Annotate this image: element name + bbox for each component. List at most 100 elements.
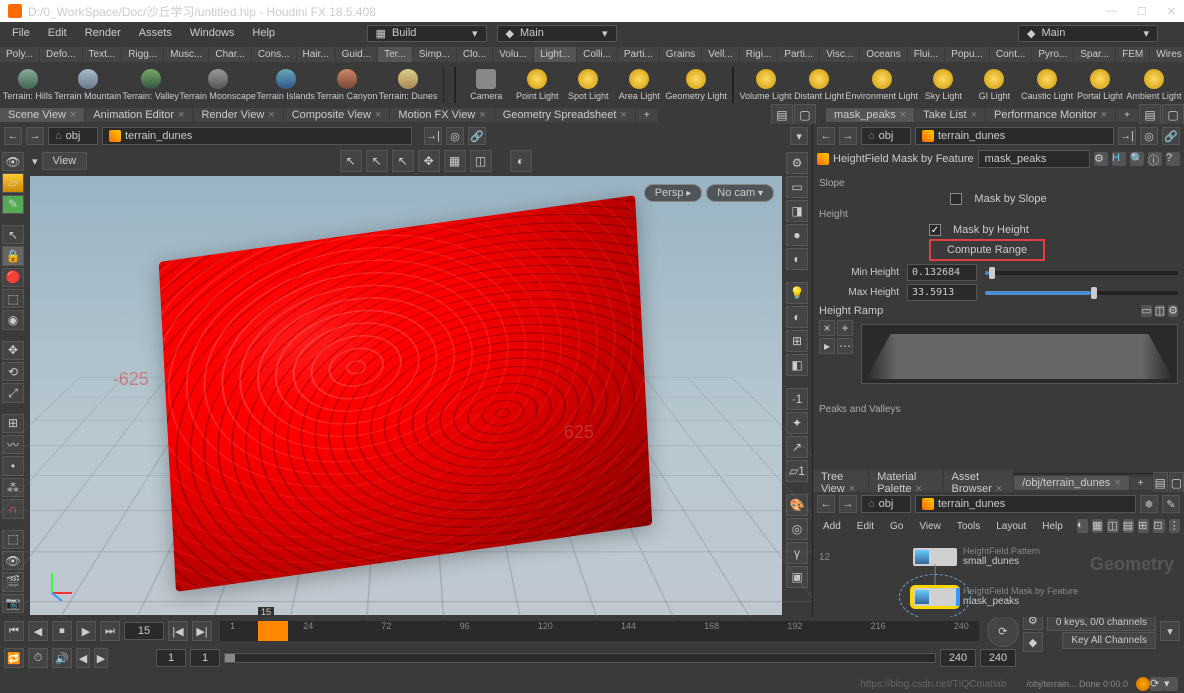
link-icon[interactable]: 🔗 [468,127,486,145]
ch-menu-icon[interactable]: ▾ [1160,621,1180,641]
shelf-tab[interactable]: Vell... [702,47,738,62]
shade-smooth-icon[interactable]: ● [786,224,808,246]
net-edit-icon[interactable]: ✎ [1162,495,1180,513]
max-height-slider[interactable] [985,291,1178,295]
compute-range-button[interactable]: Compute Range [929,239,1045,261]
stop-button[interactable]: ⏹ [52,621,72,641]
shelf-tab[interactable]: Rigi... [740,47,778,62]
status-menu-icon[interactable]: ▾ [1164,677,1178,691]
range-start[interactable]: 1 [156,649,186,667]
desktop-chooser-left[interactable]: ▦ Build ▾ [367,25,487,42]
back-button[interactable]: ← [4,127,22,145]
pane-max-r-icon[interactable]: ▢ [1162,104,1184,126]
net-tab-network[interactable]: /obj/terrain_dunes× [1014,476,1129,490]
mask-by-height-checkbox[interactable] [929,224,941,236]
shelf-tab[interactable]: Oceans [860,47,906,62]
path-node[interactable]: terrain_dunes [102,127,412,145]
secure-sel-icon[interactable]: 🔒 [2,246,24,265]
search-icon[interactable]: 🔍 [1130,152,1144,166]
shelf-tab[interactable]: Colli... [577,47,617,62]
ramp-add-icon[interactable]: + [837,320,853,336]
menu-help[interactable]: Help [244,25,283,41]
shade-wire-icon[interactable]: ▭ [786,176,808,198]
next-key-button[interactable]: ▶| [192,621,212,641]
persp-toggle[interactable]: Persp ▸ [644,184,703,202]
range-next-icon[interactable]: ▶ [94,648,108,668]
shelf-tab[interactable]: Pyro... [1032,47,1073,62]
view-tool-icon[interactable]: 👁 [2,152,24,171]
net-opt4-icon[interactable]: ▤ [1123,519,1134,533]
ramp-more-icon[interactable]: ⋯ [837,338,853,354]
back-button[interactable]: ← [817,495,835,513]
net-menu-go[interactable]: Go [884,519,909,534]
tool-portal-light[interactable]: Portal Light [1075,67,1125,103]
tool-geo-light[interactable]: Geometry Light [665,67,727,103]
move-tool-icon[interactable]: ✥ [2,341,24,360]
range-prev-icon[interactable]: ◀ [76,648,90,668]
max-height-input[interactable]: 33.5913 [907,284,977,301]
pane-tab-composite[interactable]: Composite View× [284,108,390,122]
shelf-tab[interactable]: Cons... [252,47,296,62]
shelf-tab[interactable]: Simp... [413,47,456,62]
status-cook-icon[interactable] [1136,677,1150,691]
close-button[interactable]: ✕ [1167,5,1176,18]
net-max-icon[interactable]: ▢ [1169,472,1184,494]
loop-icon[interactable]: 🔁 [4,648,24,668]
light-icon[interactable]: 💡 [786,282,808,304]
status-update-icon[interactable]: ⟳ [1150,677,1164,691]
shelf-tab[interactable]: Spar... [1074,47,1115,62]
net-freeze-icon[interactable]: ❄ [1140,495,1158,513]
tool-terrain-canyon[interactable]: Terrain Canyon [316,67,377,103]
fwd-button[interactable]: → [839,495,857,513]
mask-by-slope-checkbox[interactable] [950,193,962,205]
operator-name[interactable]: mask_peaks [978,150,1090,168]
area-sel-icon[interactable]: ⬚ [2,289,24,308]
last-frame-button[interactable]: ⏭ [100,621,120,641]
help-icon[interactable]: ? [1166,152,1180,166]
pane-max-icon[interactable]: ▢ [794,104,816,126]
target-icon[interactable]: ◎ [1140,127,1158,145]
tool-terrain-mountain[interactable]: Terrain Mountain [54,67,121,103]
prev-key-button[interactable]: |◀ [168,621,188,641]
network-view[interactable]: Geometry 12 HeightField Patternsmall_dun… [813,536,1184,617]
pane-tab-motionfx[interactable]: Motion FX View× [390,108,493,122]
shelf-tab[interactable]: Char... [209,47,250,62]
sel-mode-3-icon[interactable]: ↖ [392,150,414,172]
shelf-tab[interactable]: Popu... [945,47,989,62]
pane-tab-anim-editor[interactable]: Animation Editor× [85,108,192,122]
shade-flat-icon[interactable]: ◨ [786,200,808,222]
net-menu-layout[interactable]: Layout [990,519,1032,534]
pane-tab-render-view[interactable]: Render View× [193,108,282,122]
tool-terrain-islands[interactable]: Terrain Islands [256,67,315,103]
sel-box-icon[interactable]: ▱ [2,173,24,192]
rotate-tool-icon[interactable]: ⟲ [2,362,24,381]
net-opt3-icon[interactable]: ◫ [1107,519,1118,533]
ramp-gear-icon[interactable]: ⚙ [1168,305,1178,317]
link-icon[interactable]: 🔗 [1162,127,1180,145]
display-opts-icon[interactable]: ▾ [790,127,808,145]
min-height-slider[interactable] [985,271,1178,275]
net-opt5-icon[interactable]: ⊞ [1138,519,1149,533]
shelf-tab[interactable]: Volu... [493,47,533,62]
bg-icon[interactable]: ◐ [786,306,808,328]
ghost-icon[interactable]: ◐ [786,248,808,270]
height-ramp[interactable] [861,324,1178,384]
sel-lasso-icon[interactable]: ✎ [2,195,24,214]
tool-area-light[interactable]: Area Light [614,67,664,103]
pane-tab-takelist[interactable]: Take List× [915,108,985,122]
tool-terrain-hills[interactable]: Terrain: Hills [2,67,53,103]
pane-tab-add-r[interactable]: + [1116,109,1138,122]
shelf-tab[interactable]: Hair... [297,47,335,62]
menu-windows[interactable]: Windows [182,25,243,41]
range-slider[interactable] [224,653,936,663]
grid-toggle-icon[interactable]: ⊞ [786,330,808,352]
tool-camera[interactable]: Camera [461,67,511,103]
tool-spot-light[interactable]: Spot Light [563,67,613,103]
pane-tab-add[interactable]: + [636,109,658,122]
ramp-preset-icon[interactable]: ▭ [1141,305,1151,317]
net-opt2-icon[interactable]: ▦ [1092,519,1103,533]
realtime-icon[interactable]: ⏱ [28,648,48,668]
shelf-tab[interactable]: Defo... [40,47,81,62]
ramp-del-icon[interactable]: × [819,320,835,336]
shelf-tab[interactable]: Flui... [908,47,944,62]
